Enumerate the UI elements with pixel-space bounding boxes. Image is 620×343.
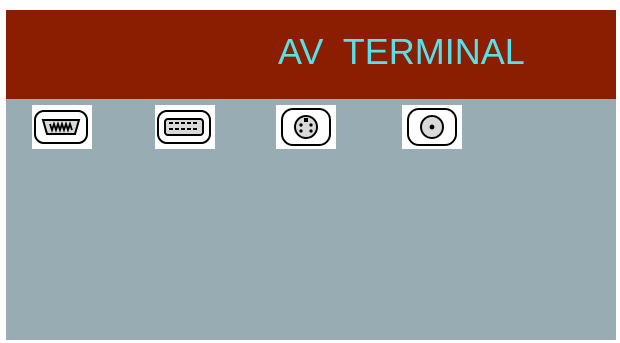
port-row <box>6 99 616 159</box>
av-terminal-screen: AV TERMINAL <box>6 10 616 340</box>
s-video-port-icon <box>281 108 331 146</box>
dsub-wide-port-button[interactable] <box>155 105 215 149</box>
dsub-vga-port-icon <box>34 110 88 144</box>
rca-composite-port-button[interactable] <box>402 105 462 149</box>
dsub-vga-port-button[interactable] <box>32 105 92 149</box>
dsub-wide-port-icon <box>157 110 211 144</box>
page-title: AV TERMINAL <box>278 31 525 72</box>
header-bar: AV TERMINAL <box>6 10 616 99</box>
rca-composite-port-icon <box>407 108 457 146</box>
s-video-port-button[interactable] <box>276 105 336 149</box>
